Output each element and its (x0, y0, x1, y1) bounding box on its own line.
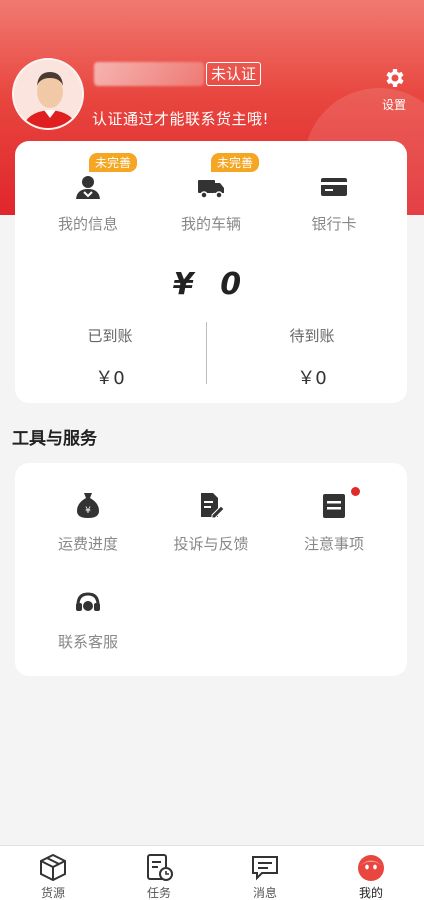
settings-button[interactable]: 设置 (378, 66, 410, 113)
incomplete-badge: 未完善 (211, 153, 260, 172)
box-icon (40, 853, 66, 882)
person-icon (76, 176, 100, 199)
svg-text:¥: ¥ (85, 506, 91, 516)
gear-icon (386, 69, 404, 87)
received-label: 已到账 (87, 327, 133, 345)
settings-label: 设置 (381, 98, 406, 112)
quick-bank-card[interactable]: 银行卡 (269, 141, 399, 251)
bottom-tab-bar: 货源 任务 消息 我的 (0, 845, 424, 900)
tools-card: ¥ 运费进度 投诉与反馈 注意事项 联系客服 (15, 463, 407, 676)
headset-icon (76, 592, 100, 611)
avatar[interactable] (12, 58, 84, 130)
tab-cargo-source[interactable]: 货源 (0, 846, 106, 900)
tool-customer-service[interactable]: 联系客服 (23, 561, 153, 651)
quick-label: 我的信息 (57, 215, 118, 233)
tool-label: 运费进度 (57, 535, 118, 553)
tab-label: 我的 (358, 886, 383, 900)
pending-balance[interactable]: 待到账 ￥0 (217, 325, 407, 390)
tab-label: 消息 (252, 886, 277, 900)
tab-label: 货源 (40, 886, 65, 900)
quick-label: 我的车辆 (180, 215, 241, 233)
tool-label: 联系客服 (57, 633, 118, 651)
incomplete-badge: 未完善 (89, 153, 138, 172)
document-edit-icon (201, 493, 224, 519)
truck-icon (198, 180, 224, 199)
tool-freight-progress[interactable]: ¥ 运费进度 (23, 463, 153, 553)
tool-label: 注意事项 (303, 535, 364, 553)
notice-icon (323, 494, 345, 518)
received-value: ￥0 (95, 368, 125, 389)
profile-face-icon (358, 855, 384, 881)
user-name-blurred (94, 62, 204, 86)
money-bag-icon: ¥ (77, 493, 99, 518)
tab-mine[interactable]: 我的 (318, 846, 424, 900)
total-balance: ¥ 0 (172, 267, 250, 302)
quick-label: 银行卡 (311, 215, 357, 233)
tab-label: 任务 (146, 886, 171, 900)
tab-messages[interactable]: 消息 (212, 846, 318, 900)
balance-divider (206, 322, 207, 384)
account-card: 我的信息 未完善 我的车辆 未完善 银行卡 ¥ 0 已到账 ￥0 待到账 ￥0 (15, 141, 407, 403)
pending-label: 待到账 (289, 327, 335, 345)
message-icon (252, 856, 278, 881)
tool-notices[interactable]: 注意事项 (269, 463, 399, 553)
cert-status-badge[interactable]: 未认证 (206, 62, 262, 86)
tools-section-title: 工具与服务 (12, 429, 97, 449)
bank-card-icon (321, 178, 347, 196)
task-icon (147, 854, 173, 881)
received-balance[interactable]: 已到账 ￥0 (15, 325, 205, 390)
tab-tasks[interactable]: 任务 (106, 846, 212, 900)
notice-red-dot (351, 487, 360, 496)
tool-label: 投诉与反馈 (173, 535, 249, 553)
cert-tip-text: 认证通过才能联系货主哦! (92, 110, 270, 128)
tool-complaint-feedback[interactable]: 投诉与反馈 (146, 463, 276, 553)
pending-value: ￥0 (297, 368, 327, 389)
